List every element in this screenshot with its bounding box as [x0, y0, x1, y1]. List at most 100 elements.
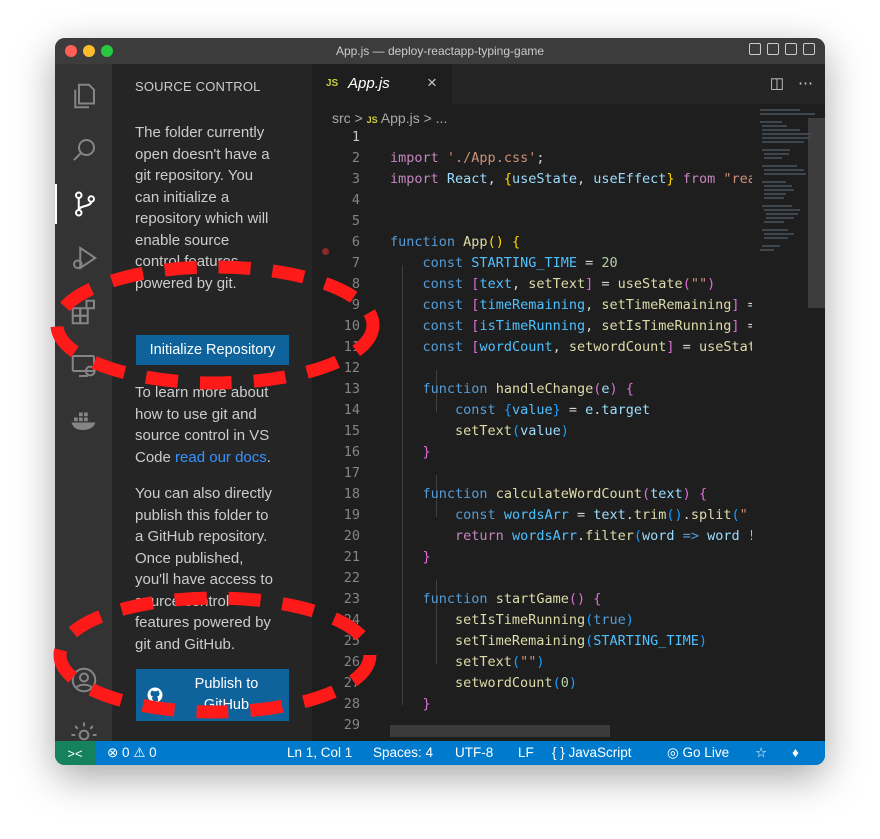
split-editor-icon[interactable]: ◫	[770, 74, 784, 92]
line-number: 27	[343, 675, 360, 691]
line-number: 16	[343, 444, 360, 460]
message-line: To learn more about	[135, 384, 269, 401]
vscode-window: App.js — deploy-reactapp-typing-game SOU…	[55, 38, 825, 765]
line-number: 29	[343, 717, 360, 733]
line-number: 3	[351, 171, 360, 187]
toggle-sidebar-icon[interactable]	[749, 43, 761, 55]
code-text: return wordsArr.filter(word => word !== …	[455, 528, 752, 544]
message-line: you'll have access to	[135, 571, 273, 588]
eol-setting[interactable]: LF	[518, 745, 534, 760]
line-number: 22	[343, 570, 360, 586]
editor-tabs: JS App.js × ◫ ⋯	[312, 64, 825, 104]
window-title: App.js — deploy-reactapp-typing-game	[335, 44, 545, 58]
remote-explorer-icon[interactable]	[55, 346, 112, 386]
message-line: git and GitHub.	[135, 635, 236, 653]
message-line: powered by git.	[135, 274, 237, 292]
editor-actions: ◫ ⋯	[770, 74, 813, 92]
feedback-icon[interactable]: ☆	[755, 745, 767, 761]
line-number: 14	[343, 402, 360, 418]
toggle-panel-icon[interactable]	[767, 43, 779, 55]
publish-to-github-button[interactable]: Publish to GitHub	[136, 669, 289, 721]
source-control-icon[interactable]	[55, 184, 112, 224]
message-line: source control in VS	[135, 427, 270, 444]
tab-app-js[interactable]: JS App.js ×	[312, 64, 452, 104]
breadcrumb-symbols[interactable]: > ...	[424, 110, 448, 126]
code-text: function handleChange(e) {	[422, 381, 634, 397]
line-number: 26	[343, 654, 360, 670]
code-text: const STARTING_TIME = 20	[422, 255, 618, 271]
message-line: a GitHub repository.	[135, 528, 268, 545]
code-text: const wordsArr = text.trim().split(" ")	[455, 507, 748, 523]
code-text: const [text, setText] = useState("")	[422, 276, 716, 292]
line-number: 25	[343, 633, 360, 649]
problems-indicator[interactable]: ⊗ 0 ⚠ 0	[107, 745, 157, 761]
remote-indicator[interactable]: ><	[55, 741, 95, 765]
line-number: 15	[343, 423, 360, 439]
code-editor[interactable]: 1 2 import './App.css'; 3 import React, {u…	[312, 127, 752, 741]
message-line: source control	[135, 592, 230, 610]
line-number: 6	[351, 234, 360, 250]
customize-layout-icon[interactable]	[803, 43, 815, 55]
breadcrumb-file[interactable]: App.js	[381, 110, 420, 126]
source-control-panel: SOURCE CONTROL The folder currently open…	[112, 64, 312, 741]
publish-button-label: Publish to GitHub	[164, 674, 289, 716]
line-number: 1	[351, 129, 360, 145]
read-our-docs-link[interactable]: read our docs	[175, 449, 267, 466]
line-number: 4	[351, 192, 360, 208]
code-text: import React, {useState, useEffect} from…	[390, 171, 752, 187]
run-debug-icon[interactable]	[55, 238, 112, 278]
vertical-scrollbar[interactable]	[808, 118, 825, 308]
code-text: function startGame() {	[422, 591, 602, 607]
cursor-position[interactable]: Ln 1, Col 1	[287, 745, 352, 760]
indentation-setting[interactable]: Spaces: 4	[373, 745, 433, 760]
close-tab-icon[interactable]: ×	[427, 73, 437, 93]
tab-label: App.js	[348, 75, 390, 92]
toggle-secondary-sidebar-icon[interactable]	[785, 43, 797, 55]
code-text: }	[422, 549, 431, 565]
notifications-bell-icon[interactable]: ♦	[792, 745, 799, 760]
initialize-repository-button[interactable]: Initialize Repository	[136, 335, 289, 365]
line-number: 18	[343, 486, 360, 502]
extensions-icon[interactable]	[55, 292, 112, 332]
breadcrumb: src > JS App.js > ...	[332, 110, 447, 126]
line-number: 17	[343, 465, 360, 481]
message-text: .	[266, 448, 271, 466]
line-number: 19	[343, 507, 360, 523]
code-text: const [isTimeRunning, setIsTimeRunning] …	[422, 318, 752, 334]
encoding-setting[interactable]: UTF-8	[455, 745, 493, 760]
message-text: Code	[135, 448, 176, 466]
message-line: can initialize a	[135, 188, 230, 206]
docker-icon[interactable]	[55, 400, 112, 440]
breadcrumb-separator: >	[354, 110, 363, 126]
code-text: import './App.css';	[390, 150, 545, 166]
breadcrumb-folder[interactable]: src	[332, 110, 351, 126]
explorer-icon[interactable]	[55, 76, 112, 116]
message-line: Once published,	[135, 549, 244, 567]
js-file-icon: JS	[366, 115, 378, 125]
js-file-icon: JS	[326, 78, 339, 89]
line-number: 21	[343, 549, 360, 565]
publish-label-line: Publish to	[194, 676, 259, 692]
language-mode[interactable]: { } JavaScript	[552, 745, 632, 760]
account-icon[interactable]	[55, 660, 112, 700]
learn-more-message: To learn more about how to use git and s…	[135, 382, 290, 468]
activity-bar	[55, 64, 112, 748]
search-icon[interactable]	[55, 130, 112, 170]
more-actions-icon[interactable]: ⋯	[798, 74, 813, 92]
horizontal-scrollbar[interactable]	[390, 725, 610, 737]
line-number: 2	[351, 150, 360, 166]
line-number: 24	[343, 612, 360, 628]
broadcast-icon: ◎	[667, 745, 679, 760]
go-live-button[interactable]: ◎ Go Live	[667, 745, 729, 761]
line-number: 23	[343, 591, 360, 607]
line-number: 11	[343, 339, 360, 355]
message-line: how to use git and	[135, 405, 257, 423]
line-number: 7	[351, 255, 360, 271]
title-bar: App.js — deploy-reactapp-typing-game	[55, 38, 825, 64]
line-number: 28	[343, 696, 360, 712]
line-number: 13	[343, 381, 360, 397]
code-text: const {value} = e.target	[455, 402, 651, 418]
code-text: const [wordCount, setwordCount] = useSta…	[422, 339, 752, 355]
no-repo-message: The folder currently open doesn't have a…	[135, 122, 290, 294]
panel-title: SOURCE CONTROL	[135, 79, 261, 94]
